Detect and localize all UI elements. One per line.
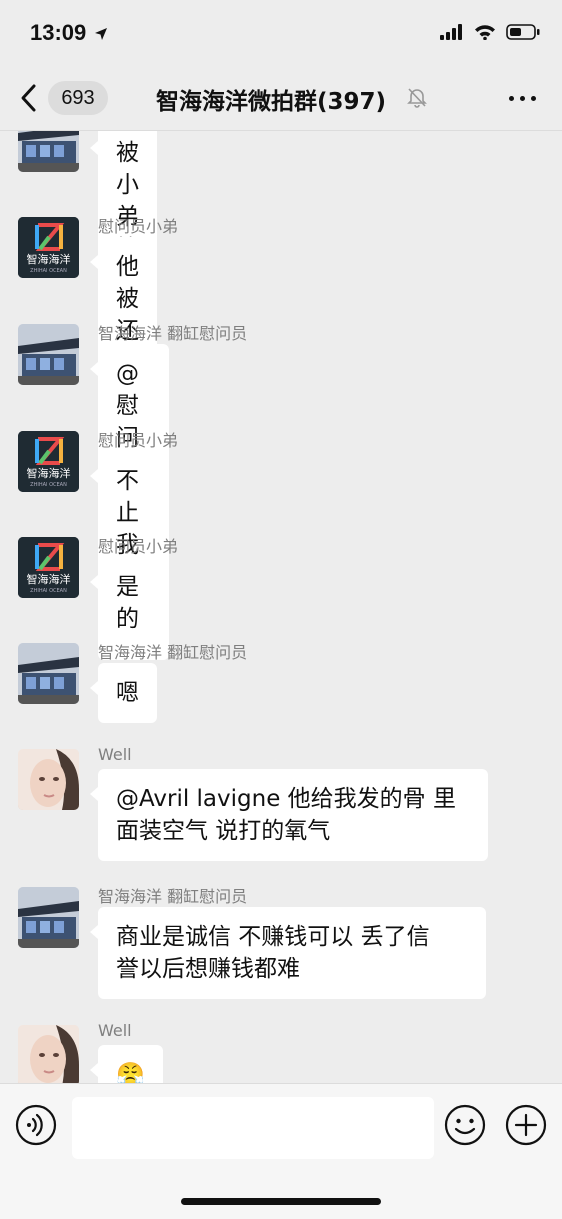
- avatar[interactable]: [18, 1025, 79, 1083]
- plus-icon: [505, 1104, 547, 1146]
- cellular-signal-icon: [440, 24, 462, 40]
- battery-icon: [506, 24, 540, 40]
- logo-text: 智海海洋: [27, 252, 71, 266]
- message-text-line: 面装空气 说打的氧气: [116, 818, 331, 844]
- status-icons: [440, 24, 540, 40]
- emoji-button[interactable]: [444, 1104, 486, 1150]
- avatar[interactable]: [18, 131, 79, 172]
- zhihai-logo-avatar-image: 智海海洋 ZHIHAI OCEAN: [18, 431, 79, 492]
- avatar[interactable]: [18, 887, 79, 948]
- sender-name: 智海海洋 翻缸慰问员: [98, 643, 248, 662]
- location-arrow-icon: [95, 28, 108, 41]
- message-input[interactable]: [72, 1097, 434, 1159]
- more-dot: [509, 96, 514, 101]
- more-functions-button[interactable]: [505, 1104, 547, 1150]
- message-bubble[interactable]: 嗯: [90, 663, 157, 723]
- profile-photo-avatar-image: [18, 1025, 79, 1083]
- message-bubble[interactable]: @Avril lavigne 他给我发的骨 里 面装空气 说打的氧气: [90, 769, 488, 861]
- message-text-line: 商业是诚信 不赚钱可以 丢了信: [116, 924, 430, 950]
- chevron-left-icon: [21, 84, 36, 112]
- message-text: 是的: [116, 574, 139, 632]
- sender-name: 慰问员小弟: [98, 537, 179, 556]
- voice-icon: [15, 1104, 57, 1146]
- logo-text: 智海海洋: [27, 466, 71, 480]
- sender-name: 智海海洋 翻缸慰问员: [98, 324, 248, 343]
- message-bubble[interactable]: 😤: [90, 1045, 163, 1083]
- sender-name: 慰问员小弟: [98, 217, 179, 236]
- avatar[interactable]: 智海海洋 ZHIHAI OCEAN: [18, 537, 79, 598]
- more-button[interactable]: [509, 96, 536, 101]
- logo-subtext: ZHIHAI OCEAN: [30, 588, 67, 594]
- sender-name: Well: [98, 745, 132, 764]
- sender-name: 慰问员小弟: [98, 431, 179, 450]
- message-text-line: @Avril lavigne 他给我发的骨 里: [116, 786, 456, 812]
- storefront-avatar-image: [18, 643, 79, 704]
- voice-input-button[interactable]: [15, 1104, 57, 1150]
- nav-bar: 693 智海海洋微拍群(397): [0, 66, 562, 131]
- sender-name: 智海海洋 翻缸慰问员: [98, 887, 248, 906]
- logo-subtext: ZHIHAI OCEAN: [30, 268, 67, 274]
- wifi-icon: [475, 25, 495, 40]
- emoji-message: 😤: [116, 1062, 145, 1083]
- storefront-avatar-image: [18, 887, 79, 948]
- more-dot: [520, 96, 525, 101]
- status-time: 13:09: [30, 20, 108, 46]
- chat-message-list[interactable]: 被小弟拉黑了 智海海洋 ZHIHAI OCEAN 慰问员小弟 他被还几个商家拉黑…: [0, 131, 562, 1083]
- message-text-line: 誉以后想赚钱都难: [116, 956, 300, 982]
- home-indicator: [181, 1198, 381, 1205]
- avatar[interactable]: [18, 324, 79, 385]
- logo-subtext: ZHIHAI OCEAN: [30, 482, 67, 488]
- message-bubble[interactable]: 商业是诚信 不赚钱可以 丢了信 誉以后想赚钱都难: [90, 907, 486, 999]
- zhihai-logo-avatar-image: 智海海洋 ZHIHAI OCEAN: [18, 217, 79, 278]
- avatar[interactable]: [18, 643, 79, 704]
- zhihai-logo-avatar-image: 智海海洋 ZHIHAI OCEAN: [18, 537, 79, 598]
- avatar[interactable]: 智海海洋 ZHIHAI OCEAN: [18, 217, 79, 278]
- back-button[interactable]: [18, 80, 52, 116]
- sender-name: Well: [98, 1021, 132, 1040]
- message-bubble[interactable]: 是的: [90, 557, 157, 649]
- smiley-icon: [444, 1104, 486, 1146]
- profile-photo-avatar-image: [18, 749, 79, 810]
- mute-bell-icon: [406, 86, 428, 112]
- storefront-avatar-image: [18, 131, 79, 172]
- unread-count-badge[interactable]: 693: [48, 81, 108, 115]
- status-bar: 13:09: [0, 0, 562, 66]
- chat-title: 智海海洋微拍群(397): [156, 89, 387, 115]
- avatar[interactable]: [18, 749, 79, 810]
- logo-text: 智海海洋: [27, 572, 71, 586]
- message-text: 嗯: [116, 680, 139, 706]
- status-time-text: 13:09: [30, 20, 87, 45]
- storefront-avatar-image: [18, 324, 79, 385]
- more-dot: [531, 96, 536, 101]
- avatar[interactable]: 智海海洋 ZHIHAI OCEAN: [18, 431, 79, 492]
